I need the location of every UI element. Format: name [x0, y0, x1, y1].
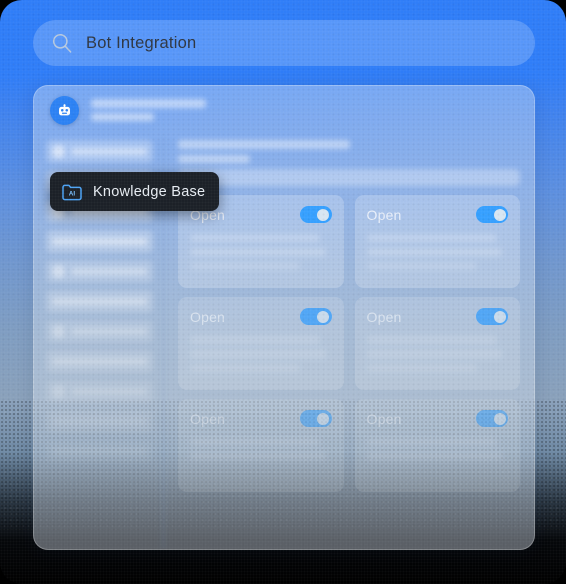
placeholder-bar	[91, 99, 206, 108]
sidebar-item[interactable]	[46, 380, 153, 403]
sidebar-item-icon	[52, 265, 65, 278]
card-toggle[interactable]	[476, 308, 508, 325]
sidebar-item-label-placeholder	[52, 358, 147, 365]
sidebar-item[interactable]	[46, 440, 153, 463]
placeholder-bar	[366, 234, 497, 242]
app-screen: Bot Integration Open Open Open Open Open…	[0, 0, 566, 584]
card-body-placeholder	[366, 336, 509, 372]
placeholder-bar	[190, 234, 321, 242]
sidebar-item-label-placeholder	[52, 298, 147, 305]
card-body-placeholder	[190, 438, 332, 460]
card[interactable]: Open	[354, 195, 520, 288]
search-bar[interactable]: Bot Integration	[33, 20, 535, 66]
tooltip-label: Knowledge Base	[93, 183, 206, 200]
placeholder-bar	[190, 248, 326, 256]
placeholder-bar	[91, 113, 154, 121]
placeholder-bar	[366, 438, 497, 446]
placeholder-bar	[366, 336, 497, 344]
toggle-knob	[317, 310, 329, 323]
placeholder-bar	[190, 452, 326, 460]
placeholder-bar	[190, 364, 301, 372]
sidebar-item-label-placeholder	[71, 328, 147, 335]
knowledge-base-tooltip[interactable]: AI Knowledge Base	[50, 172, 220, 211]
sidebar-item[interactable]	[46, 350, 153, 373]
card-open-label: Open	[366, 308, 402, 325]
card-open-label: Open	[190, 410, 226, 427]
card-body-placeholder	[366, 234, 509, 270]
placeholder-bar	[190, 438, 321, 446]
placeholder-bar	[178, 140, 350, 149]
toggle-knob	[493, 412, 506, 425]
content-header-placeholder	[178, 140, 520, 186]
card-body-placeholder	[190, 336, 332, 372]
card-header: Open	[366, 410, 508, 427]
robot-icon	[50, 95, 79, 125]
sidebar-item-icon	[52, 385, 65, 398]
card-toggle[interactable]	[476, 410, 508, 427]
card[interactable]: Open	[354, 399, 520, 492]
card-toggle[interactable]	[476, 206, 508, 223]
sidebar-item[interactable]	[46, 260, 153, 283]
placeholder-bar	[190, 336, 321, 344]
card-header: Open	[366, 206, 508, 223]
card-open-label: Open	[366, 206, 402, 223]
placeholder-bar	[190, 262, 301, 270]
content-toolbar-placeholder	[178, 169, 520, 186]
sidebar-item-label-placeholder	[71, 388, 147, 395]
card-toggle[interactable]	[299, 308, 332, 325]
panel-title-placeholder	[91, 99, 206, 121]
card-open-label: Open	[366, 410, 402, 427]
search-input-value: Bot Integration	[86, 33, 197, 52]
sidebar-item[interactable]	[46, 290, 153, 313]
card-toggle[interactable]	[299, 206, 332, 223]
sidebar-item-icon	[52, 145, 65, 158]
toggle-knob	[493, 208, 506, 221]
card-grid: Open Open Open Open Open Open	[178, 195, 520, 492]
sidebar-item[interactable]	[46, 410, 153, 433]
card-header: Open	[190, 410, 332, 427]
card[interactable]: Open	[178, 297, 344, 390]
content-area: Open Open Open Open Open Open	[164, 134, 534, 549]
placeholder-bar	[366, 364, 477, 372]
sidebar-item[interactable]	[46, 320, 153, 343]
placeholder-bar	[366, 350, 503, 358]
sidebar-item[interactable]	[46, 230, 153, 253]
card-body-placeholder	[190, 234, 332, 270]
sidebar-item-label-placeholder	[71, 268, 147, 275]
placeholder-bar	[366, 452, 503, 460]
card[interactable]: Open	[178, 399, 344, 492]
toggle-knob	[493, 310, 506, 323]
card[interactable]: Open	[354, 297, 520, 390]
search-icon	[51, 32, 73, 54]
sidebar-item-icon	[52, 325, 65, 338]
card-header: Open	[190, 308, 332, 325]
sidebar-item-label-placeholder	[52, 448, 147, 455]
card-toggle[interactable]	[299, 410, 332, 427]
ai-folder-icon: AI	[61, 182, 83, 202]
sidebar-item-label-placeholder	[52, 418, 147, 425]
sidebar-item-label-placeholder	[71, 148, 147, 155]
placeholder-bar	[366, 262, 477, 270]
svg-text:AI: AI	[69, 190, 76, 197]
placeholder-bar	[178, 155, 250, 163]
card-body-placeholder	[366, 438, 509, 460]
card-header: Open	[366, 308, 508, 325]
sidebar-item-label-placeholder	[52, 238, 147, 245]
sidebar-item[interactable]	[46, 140, 153, 163]
panel-header	[34, 86, 534, 134]
toggle-knob	[317, 412, 329, 425]
placeholder-bar	[366, 248, 503, 256]
app-panel: Open Open Open Open Open Open	[33, 85, 535, 550]
card-open-label: Open	[190, 308, 226, 325]
toggle-knob	[317, 208, 329, 221]
placeholder-bar	[190, 350, 326, 358]
